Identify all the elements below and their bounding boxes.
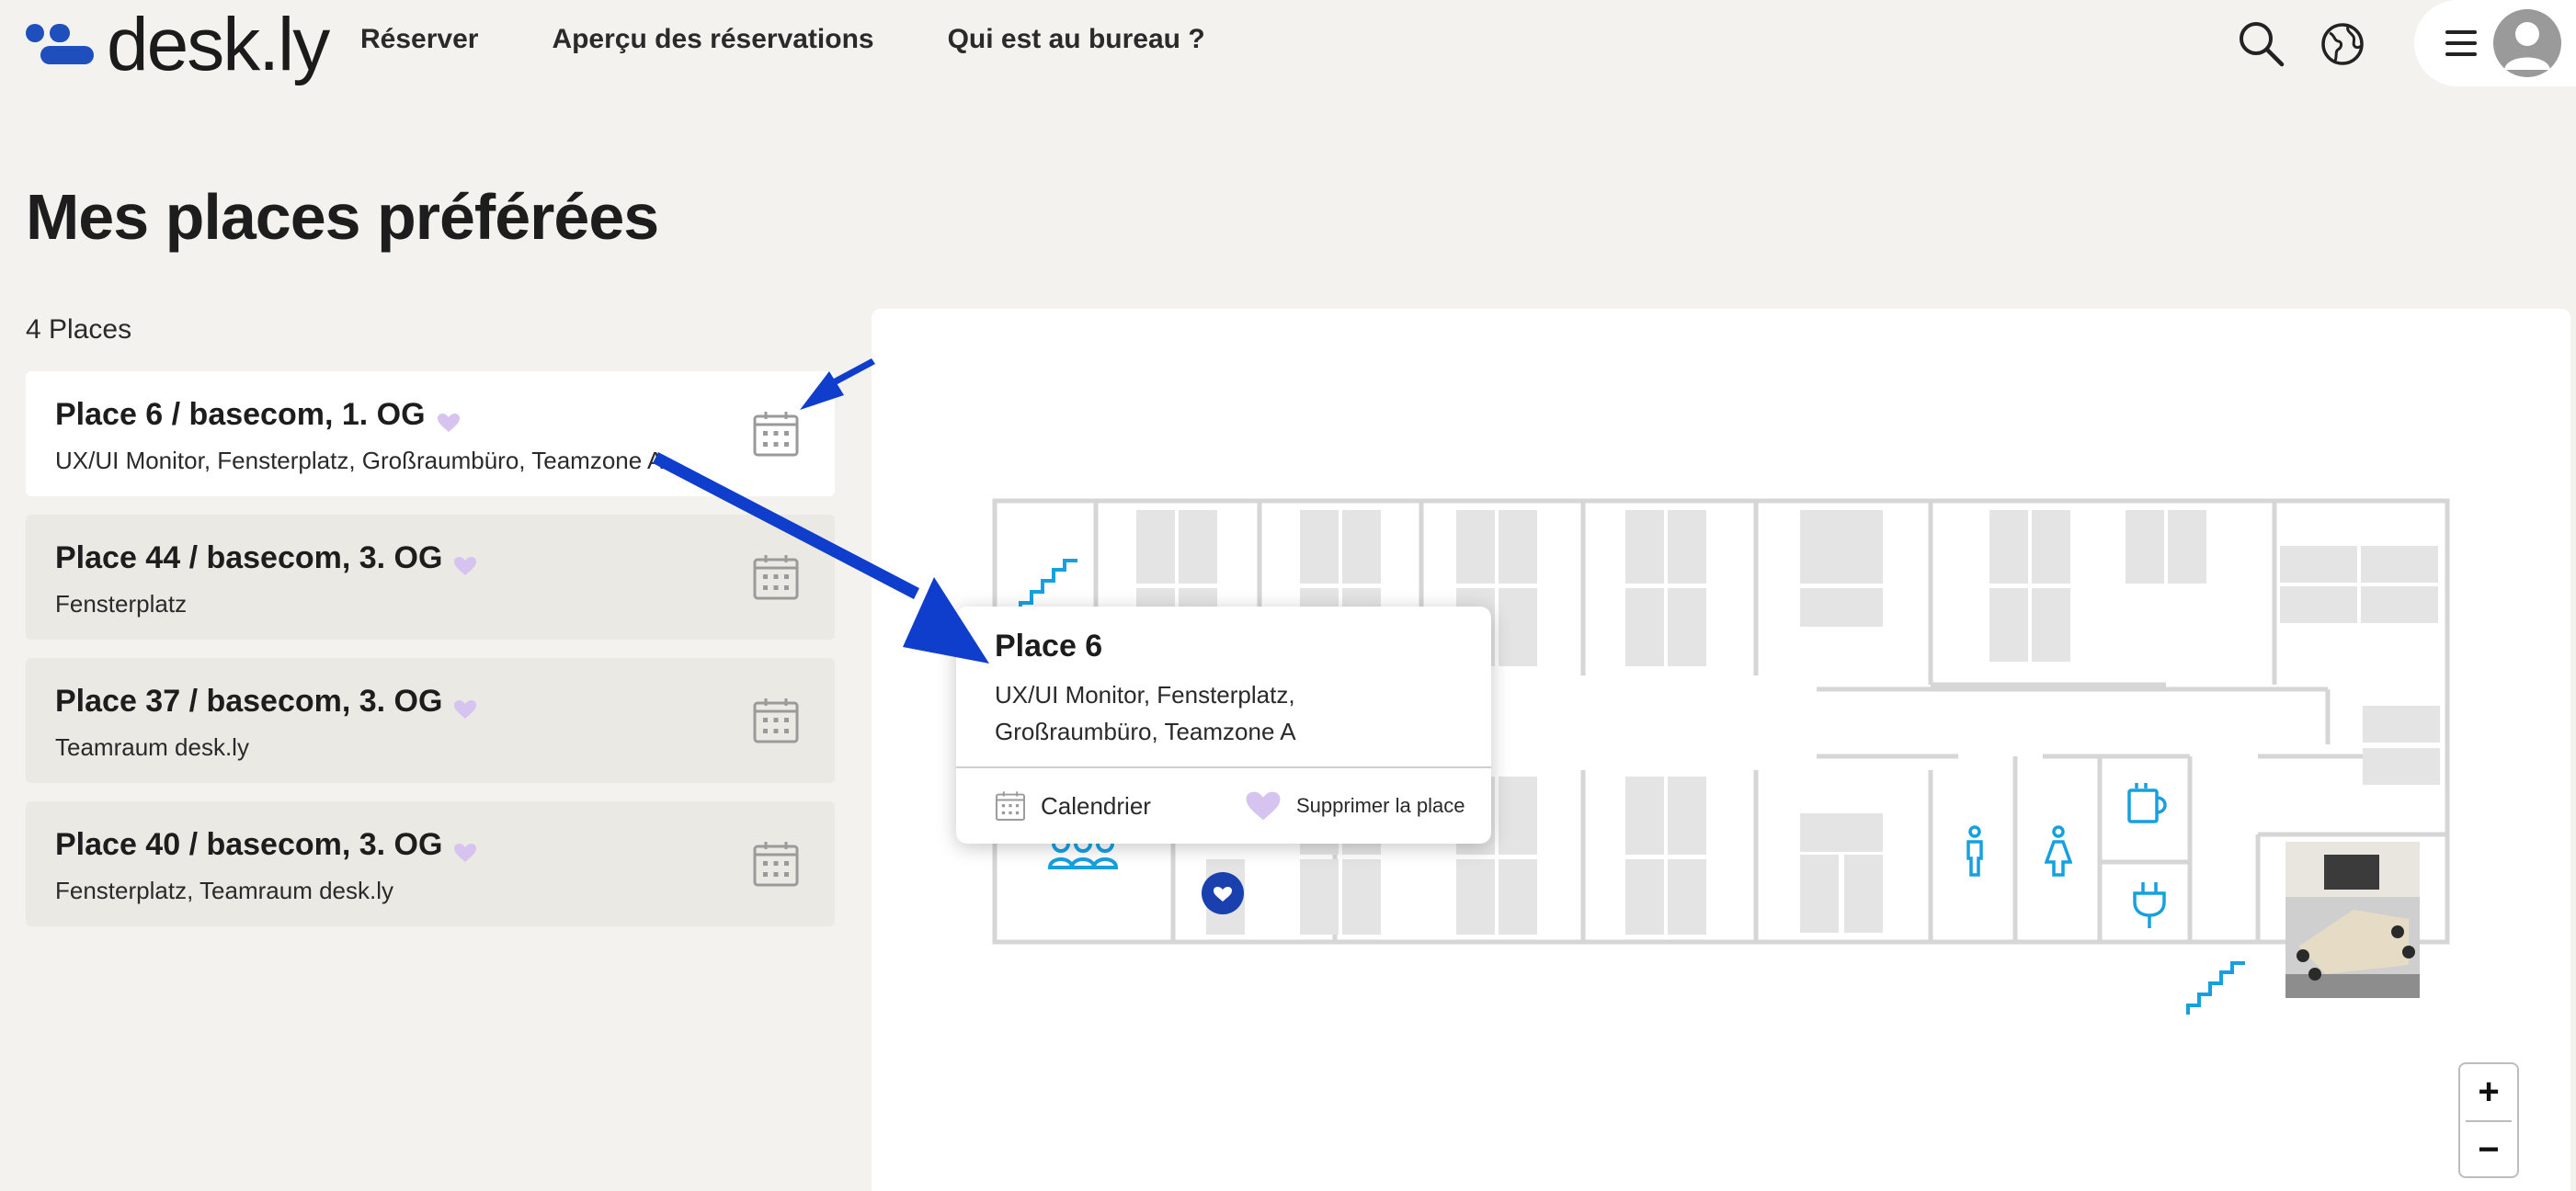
plug-icon — [2133, 882, 2166, 928]
place-card[interactable]: Place 6 / basecom, 1. OG UX/UI Monitor, … — [26, 371, 835, 496]
popup-title: Place 6 — [995, 629, 1103, 664]
calendar-icon — [995, 791, 1026, 822]
heart-icon — [437, 405, 461, 432]
popup-calendar-button[interactable]: Calendrier — [995, 790, 1151, 822]
top-bar: desk.ly Réserver Aperçu des réservations… — [0, 0, 2576, 88]
places-count: 4 Places — [26, 314, 132, 345]
place-card[interactable]: Place 37 / basecom, 3. OG Teamraum desk.… — [26, 658, 835, 783]
page-title: Mes places préférées — [26, 181, 659, 253]
calendar-icon[interactable] — [752, 410, 800, 458]
place-card[interactable]: Place 40 / basecom, 3. OG Fensterplatz, … — [26, 801, 835, 926]
seat-marker-heart-icon[interactable] — [1201, 871, 1245, 915]
hamburger-icon[interactable] — [2445, 30, 2477, 56]
popup-remove-button[interactable]: Supprimer la place — [1245, 790, 1465, 822]
place-title: Place 37 / basecom, 3. OG — [55, 684, 443, 719]
coffee-icon — [2127, 783, 2167, 823]
main-nav: Réserver Aperçu des réservations Qui est… — [360, 24, 1279, 55]
place-title-row: Place 44 / basecom, 3. OG — [55, 540, 477, 576]
heart-icon — [453, 692, 477, 719]
app-logo[interactable]: desk.ly — [26, 3, 330, 86]
nav-item-qui-est-au-bureau[interactable]: Qui est au bureau ? — [948, 24, 1205, 55]
place-title-row: Place 6 / basecom, 1. OG — [55, 397, 461, 433]
popup-remove-label: Supprimer la place — [1296, 794, 1465, 817]
stairs-icon — [2186, 961, 2245, 1015]
globe-icon[interactable] — [2317, 18, 2368, 70]
zoom-control: + − — [2458, 1062, 2519, 1178]
place-title: Place 44 / basecom, 3. OG — [55, 540, 443, 575]
stairs-icon — [1019, 559, 1077, 612]
place-card[interactable]: Place 44 / basecom, 3. OG Fensterplatz — [26, 515, 835, 640]
user-menu[interactable] — [2414, 0, 2576, 86]
heart-icon — [1246, 791, 1281, 821]
place-title: Place 6 / basecom, 1. OG — [55, 397, 426, 432]
zoom-in-button[interactable]: + — [2460, 1064, 2517, 1119]
place-description: Fensterplatz, Teamraum desk.ly — [55, 877, 393, 904]
place-title: Place 40 / basecom, 3. OG — [55, 827, 443, 862]
place-popup: Place 6 UX/UI Monitor, Fensterplatz, Gro… — [956, 607, 1491, 844]
place-title-row: Place 37 / basecom, 3. OG — [55, 684, 477, 720]
person-icon — [2045, 825, 2072, 877]
search-icon[interactable] — [2236, 18, 2287, 70]
person-icon — [1966, 825, 1983, 877]
logo-mark-icon — [26, 24, 96, 66]
calendar-icon[interactable] — [752, 697, 800, 744]
popup-divider — [956, 766, 1491, 768]
calendar-icon[interactable] — [752, 840, 800, 888]
avatar-icon[interactable] — [2493, 9, 2561, 77]
heart-icon — [453, 549, 477, 575]
calendar-icon[interactable] — [752, 553, 800, 601]
nav-item-apercu[interactable]: Aperçu des réservations — [552, 24, 873, 55]
nav-item-reserver[interactable]: Réserver — [360, 24, 478, 55]
place-description: UX/UI Monitor, Fensterplatz, Großraumbür… — [55, 447, 664, 474]
heart-icon — [453, 835, 477, 862]
place-description: Fensterplatz — [55, 590, 188, 618]
meeting-room-image — [2285, 842, 2420, 998]
place-title-row: Place 40 / basecom, 3. OG — [55, 827, 477, 863]
popup-description: UX/UI Monitor, Fensterplatz, Großraumbür… — [995, 681, 1296, 745]
place-description: Teamraum desk.ly — [55, 733, 249, 761]
zoom-out-button[interactable]: − — [2460, 1122, 2517, 1177]
app-logo-text: desk.ly — [107, 3, 330, 86]
popup-calendar-label: Calendrier — [1041, 791, 1151, 820]
